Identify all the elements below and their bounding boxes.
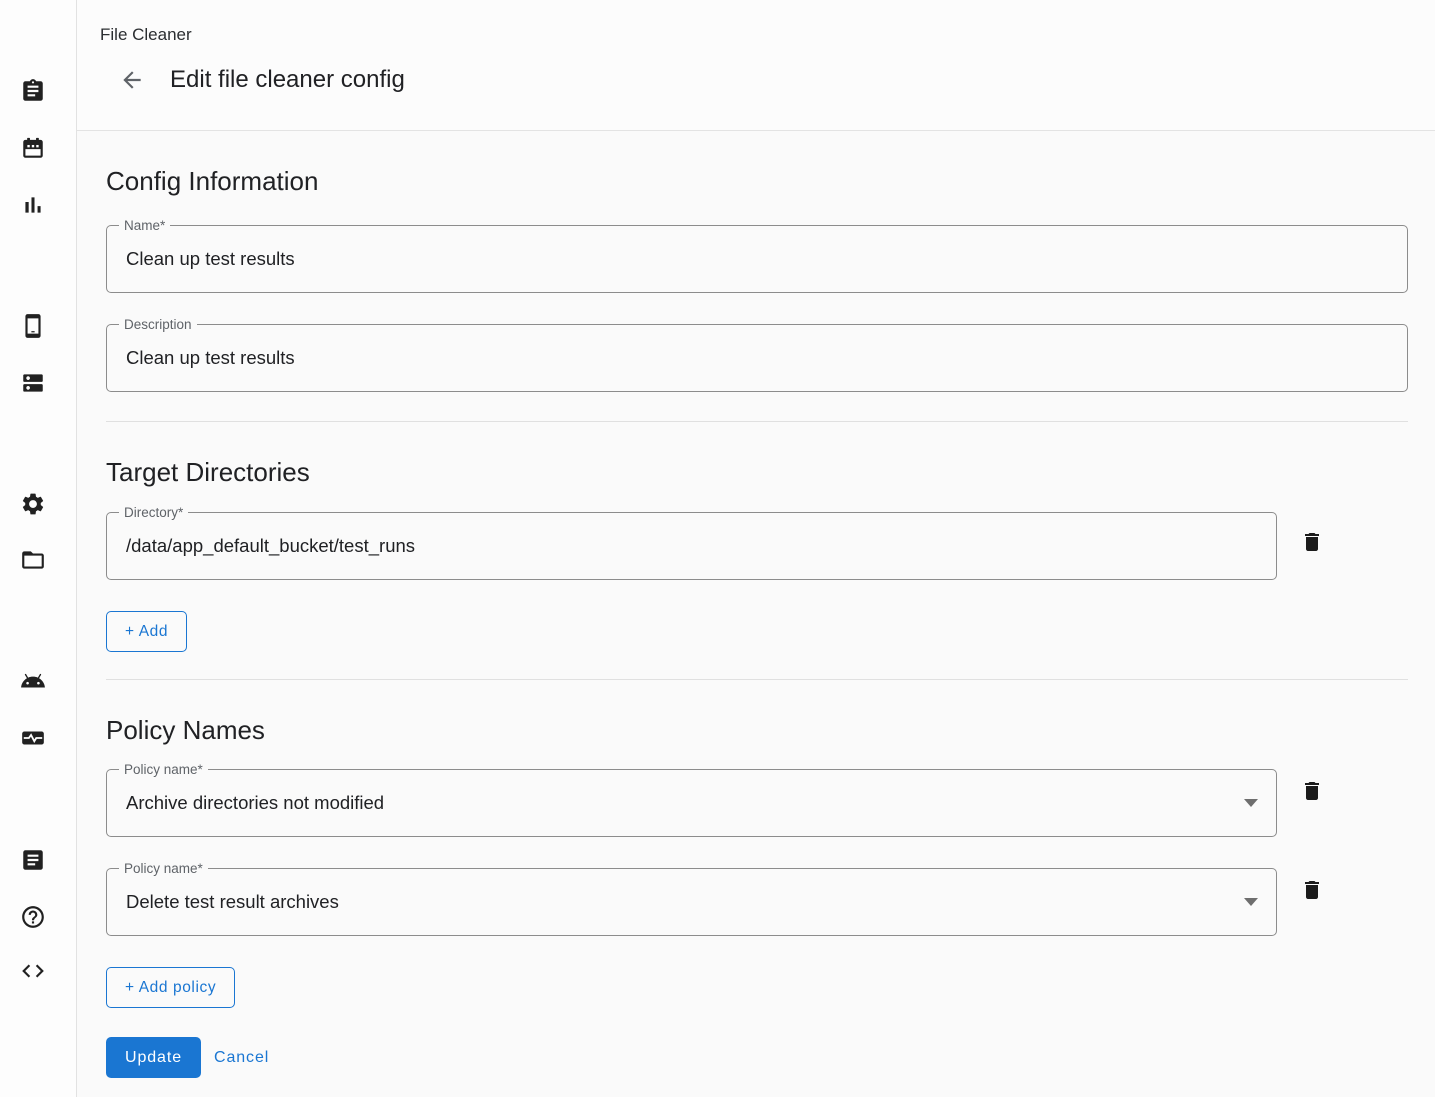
main-area: File Cleaner Edit file cleaner config Co… bbox=[77, 0, 1435, 1097]
name-field-label: Name* bbox=[119, 217, 170, 234]
policy-field-label: Policy name* bbox=[119, 860, 208, 877]
app-title: File Cleaner bbox=[100, 25, 192, 45]
help-icon[interactable] bbox=[20, 904, 46, 930]
add-policy-button[interactable]: + Add policy bbox=[106, 967, 235, 1008]
smartphone-icon[interactable] bbox=[20, 313, 46, 339]
form-actions: Update Cancel bbox=[106, 1037, 1408, 1078]
policy-selected-value: Delete test result archives bbox=[107, 891, 1244, 913]
policy-field-label: Policy name* bbox=[119, 761, 208, 778]
bar-chart-icon[interactable] bbox=[20, 192, 46, 218]
trash-icon bbox=[1300, 779, 1324, 803]
calendar-icon[interactable] bbox=[20, 135, 46, 161]
directory-input[interactable] bbox=[107, 535, 1276, 557]
cancel-button[interactable]: Cancel bbox=[214, 1049, 269, 1067]
trash-icon bbox=[1300, 530, 1324, 554]
section-title-policy-names: Policy Names bbox=[106, 713, 1408, 747]
trash-icon bbox=[1300, 878, 1324, 902]
update-button[interactable]: Update bbox=[106, 1037, 201, 1078]
policy-row: Policy name* Delete test result archives bbox=[106, 868, 1408, 936]
android-icon[interactable] bbox=[20, 668, 46, 694]
delete-policy-button[interactable] bbox=[1300, 779, 1324, 803]
delete-policy-button[interactable] bbox=[1300, 878, 1324, 902]
sidebar bbox=[0, 0, 77, 1097]
storage-icon[interactable] bbox=[20, 370, 46, 396]
delete-directory-button[interactable] bbox=[1300, 530, 1324, 554]
directory-field[interactable]: Directory* bbox=[106, 512, 1277, 580]
section-divider bbox=[106, 421, 1408, 422]
chevron-down-icon bbox=[1244, 898, 1258, 906]
settings-gear-icon[interactable] bbox=[20, 491, 46, 517]
chevron-down-icon bbox=[1244, 799, 1258, 807]
article-icon[interactable] bbox=[20, 847, 46, 873]
policy-selected-value: Archive directories not modified bbox=[107, 792, 1244, 814]
app-root: File Cleaner Edit file cleaner config Co… bbox=[0, 0, 1435, 1097]
form-content: Config Information Name* Description Tar… bbox=[77, 131, 1435, 1078]
code-icon[interactable] bbox=[20, 958, 46, 984]
name-field[interactable]: Name* bbox=[106, 225, 1408, 293]
policy-select-1[interactable]: Policy name* Archive directories not mod… bbox=[106, 769, 1277, 837]
description-field[interactable]: Description bbox=[106, 324, 1408, 392]
policy-select-2[interactable]: Policy name* Delete test result archives bbox=[106, 868, 1277, 936]
directory-row: Directory* bbox=[106, 512, 1408, 580]
directory-field-label: Directory* bbox=[119, 504, 188, 521]
name-input[interactable] bbox=[107, 248, 1407, 270]
folder-icon[interactable] bbox=[20, 547, 46, 573]
policy-row: Policy name* Archive directories not mod… bbox=[106, 769, 1408, 837]
section-title-config-information: Config Information bbox=[106, 164, 1408, 198]
description-input[interactable] bbox=[107, 347, 1407, 369]
page-header: File Cleaner Edit file cleaner config bbox=[77, 0, 1435, 131]
section-divider bbox=[106, 679, 1408, 680]
page-title: Edit file cleaner config bbox=[170, 66, 405, 94]
add-directory-button[interactable]: + Add bbox=[106, 611, 187, 652]
back-button[interactable] bbox=[119, 67, 145, 93]
description-field-label: Description bbox=[119, 316, 197, 333]
section-title-target-directories: Target Directories bbox=[106, 455, 1408, 489]
monitor-heart-icon[interactable] bbox=[20, 725, 46, 751]
arrow-back-icon bbox=[119, 67, 145, 93]
clipboard-icon[interactable] bbox=[20, 78, 46, 104]
